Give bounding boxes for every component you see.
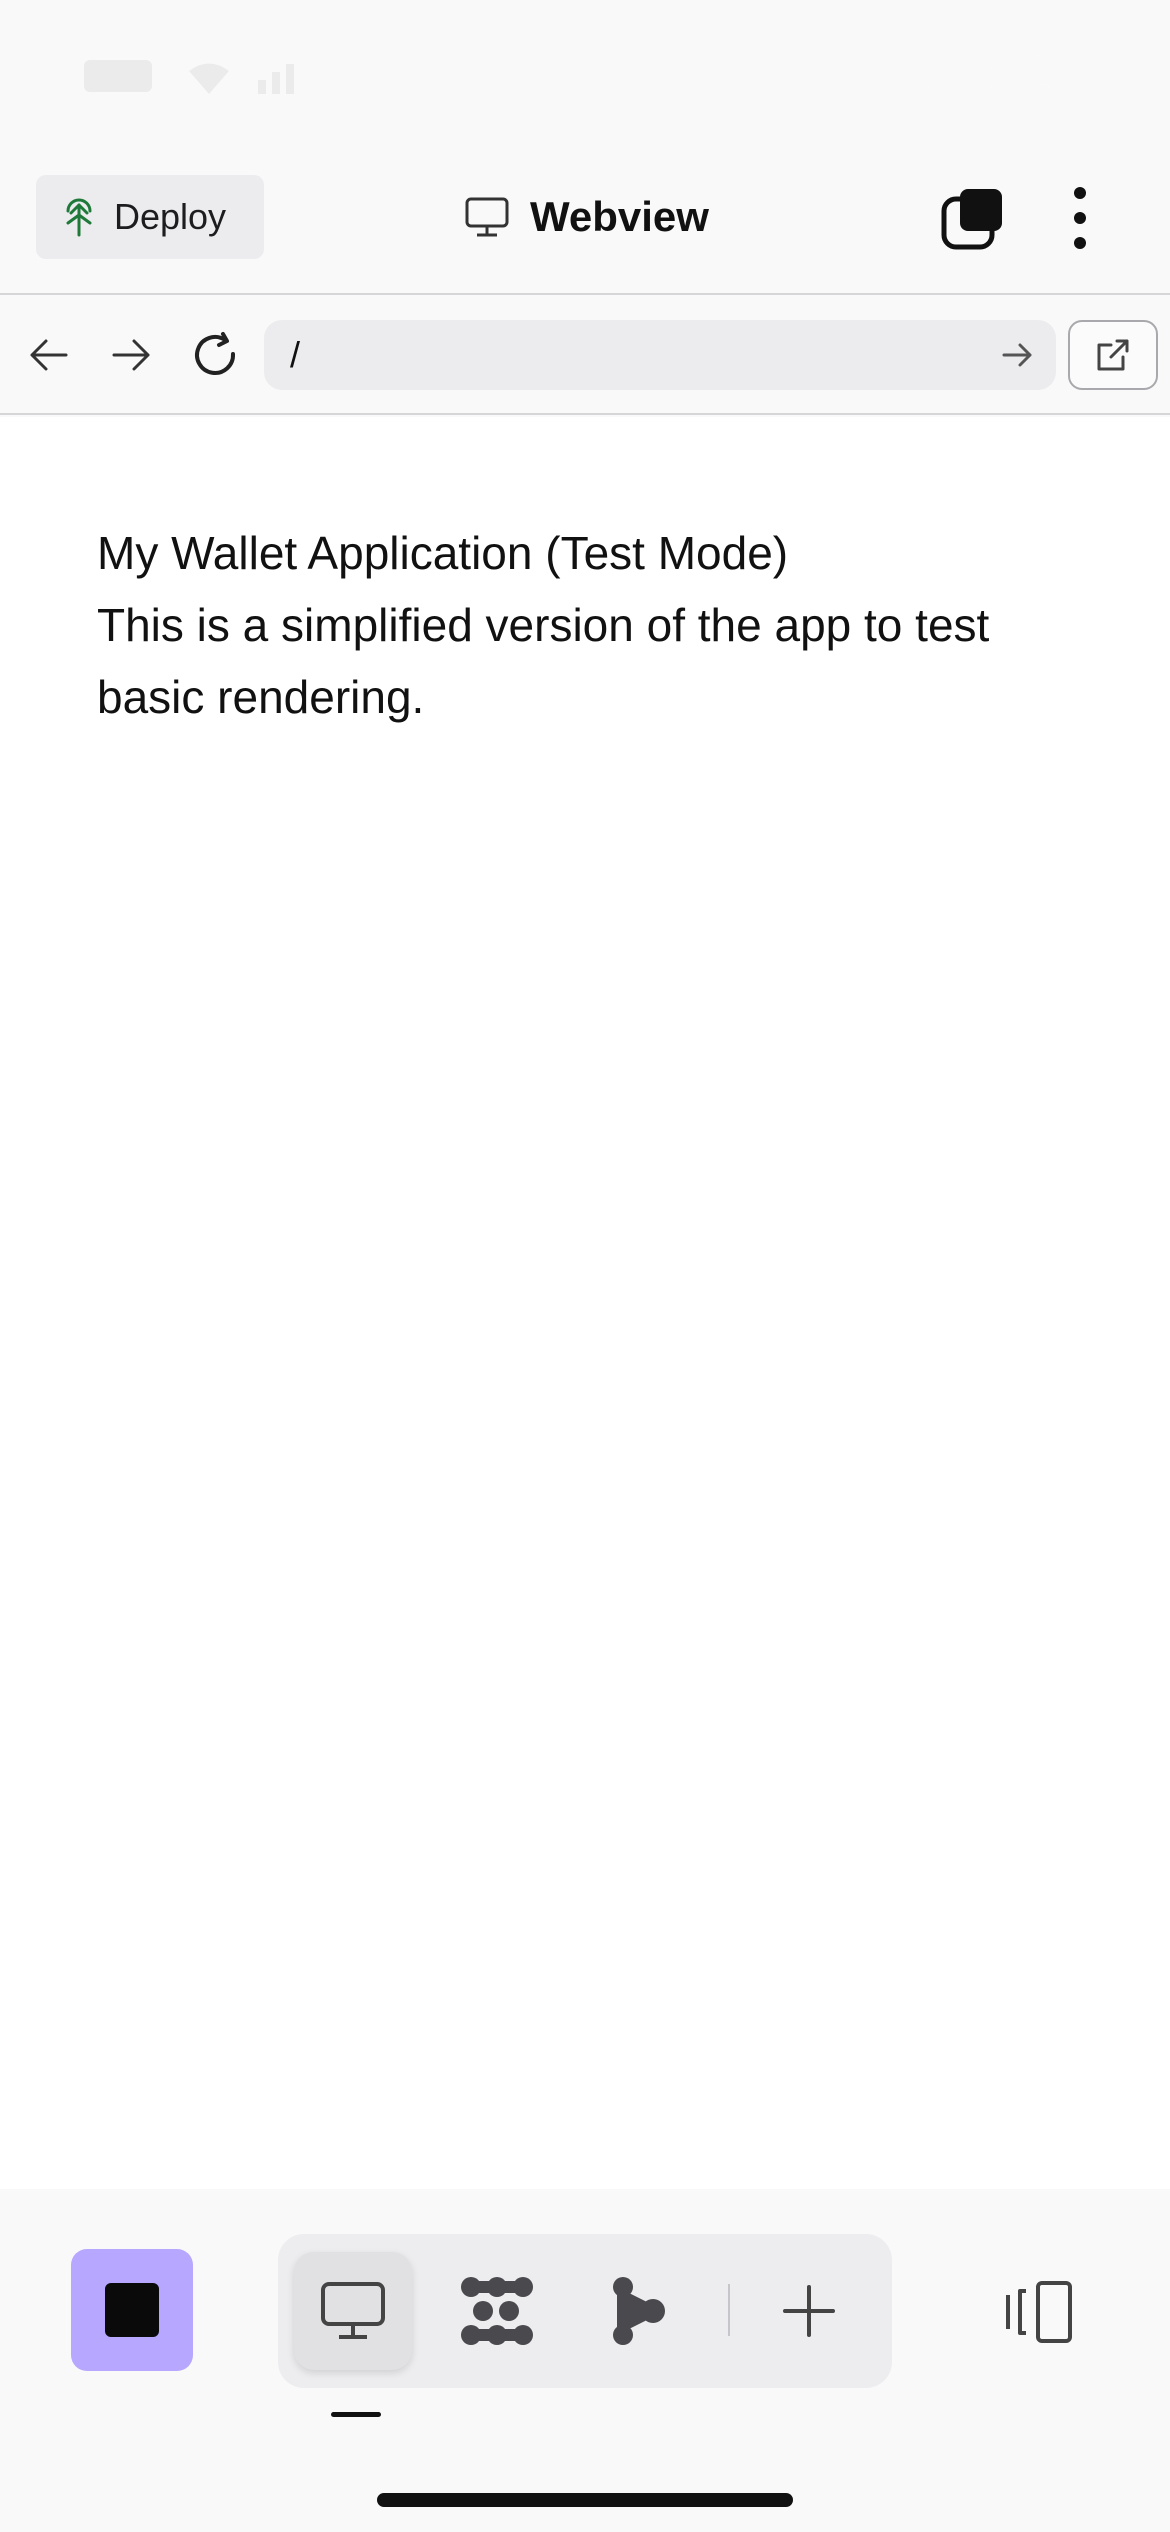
header-title: Webview bbox=[464, 185, 709, 249]
battery-icon bbox=[84, 60, 152, 92]
reload-icon bbox=[195, 332, 236, 375]
home-indicator bbox=[377, 2493, 793, 2507]
tabs-stack-icon bbox=[941, 189, 1002, 250]
webview-icon bbox=[321, 2282, 385, 2339]
url-input[interactable]: / bbox=[264, 320, 1056, 390]
agent-nodes-icon bbox=[613, 2277, 665, 2345]
monitor-icon bbox=[465, 197, 509, 237]
status-time: 23:31 bbox=[927, 47, 1050, 100]
status-bar: 23:31 bbox=[0, 0, 1170, 155]
tool-add[interactable] bbox=[750, 2252, 868, 2370]
tool-packages[interactable] bbox=[438, 2252, 556, 2370]
dots-grid-icon bbox=[461, 2277, 533, 2345]
arrow-left-icon bbox=[30, 339, 68, 371]
forward-button[interactable] bbox=[102, 325, 162, 385]
tool-webview[interactable] bbox=[294, 2252, 412, 2370]
content-paragraph: This is a simplified version of the app … bbox=[97, 599, 990, 723]
stop-icon bbox=[105, 2283, 159, 2337]
panel-toggle-button[interactable] bbox=[1000, 2279, 1076, 2345]
toolbar-divider bbox=[728, 2284, 730, 2336]
bottom-toolbar bbox=[0, 2189, 1170, 2532]
arrow-right-icon bbox=[112, 339, 150, 371]
external-link-icon bbox=[1097, 339, 1129, 371]
page-title: Webview bbox=[530, 193, 709, 240]
deploy-tree-icon bbox=[66, 198, 92, 237]
panel-toggle-icon bbox=[1006, 2281, 1072, 2343]
arrow-go-icon[interactable] bbox=[998, 335, 1038, 375]
more-vertical-icon bbox=[1074, 187, 1086, 249]
tool-agent[interactable] bbox=[580, 2252, 698, 2370]
more-options-button[interactable] bbox=[1060, 183, 1100, 253]
address-bar: / bbox=[0, 297, 1170, 415]
stop-button[interactable] bbox=[71, 2249, 193, 2371]
content-body: My Wallet Application (Test Mode) This i… bbox=[97, 517, 1097, 733]
deploy-label: Deploy bbox=[114, 196, 227, 237]
status-icons bbox=[82, 56, 316, 96]
signal-icon bbox=[258, 64, 294, 94]
active-tool-indicator bbox=[331, 2412, 381, 2417]
reload-button[interactable] bbox=[186, 325, 246, 385]
url-text: / bbox=[290, 334, 301, 375]
content-heading: My Wallet Application (Test Mode) bbox=[97, 527, 789, 579]
back-button[interactable] bbox=[18, 325, 78, 385]
tabs-button[interactable] bbox=[940, 187, 1004, 251]
open-external-button[interactable] bbox=[1068, 320, 1158, 390]
webview-content: My Wallet Application (Test Mode) This i… bbox=[0, 417, 1170, 2189]
app-header: Deploy Webview bbox=[0, 155, 1170, 295]
wifi-icon bbox=[189, 63, 229, 94]
tool-switcher bbox=[278, 2234, 892, 2388]
deploy-button[interactable]: Deploy bbox=[36, 175, 264, 259]
plus-icon bbox=[783, 2285, 835, 2337]
